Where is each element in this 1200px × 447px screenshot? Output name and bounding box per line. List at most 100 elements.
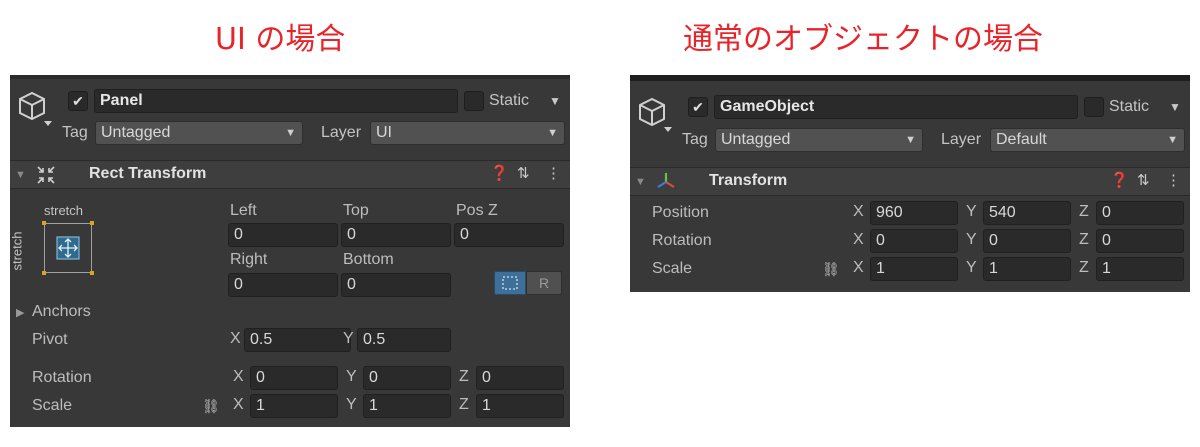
pivot-y-axis-label: Y (343, 330, 354, 347)
scale-y-input[interactable]: 1 (983, 257, 1071, 281)
posz-input[interactable]: 0 (454, 223, 564, 247)
preset-sliders-icon[interactable]: ⇅ (1137, 171, 1150, 191)
rotation-z-input[interactable]: 0 (476, 366, 564, 390)
position-x-input[interactable]: 960 (870, 201, 958, 225)
rotation-x-input[interactable]: 0 (870, 229, 958, 253)
top-input[interactable]: 0 (341, 223, 451, 247)
foldout-triangle-icon[interactable]: ▶ (16, 303, 24, 323)
dropdown-caret-icon: ▼ (547, 127, 558, 139)
gameobject-inspector-panel: ✔ GameObject Static ▼ Tag Untagged ▼ Lay… (630, 75, 1190, 292)
scale-x-input[interactable]: 1 (250, 394, 338, 418)
kebab-menu-icon[interactable]: ⋮ (1166, 171, 1181, 191)
help-icon[interactable]: ❓ (490, 164, 509, 184)
object-name-input[interactable]: GameObject (714, 95, 1078, 119)
active-checkbox[interactable]: ✔ (68, 91, 88, 111)
rotation-x-axis-label: X (233, 368, 244, 385)
scale-label: Scale (652, 260, 693, 277)
layer-dropdown[interactable]: UI ▼ (370, 121, 565, 145)
bottom-input[interactable]: 0 (341, 273, 451, 297)
static-label: Static (489, 92, 530, 109)
rotation-y-axis-label: Y (346, 368, 357, 385)
rect-transform-header[interactable]: ▼ Rect Transform ❓ ⇅ ⋮ (10, 160, 570, 189)
help-icon[interactable]: ❓ (1110, 171, 1129, 191)
rotation-y-input[interactable]: 0 (363, 366, 451, 390)
layer-dropdown[interactable]: Default ▼ (990, 128, 1185, 152)
anchor-horizontal-label: stretch (44, 203, 84, 218)
object-name-input[interactable]: Panel (94, 89, 458, 113)
pivot-x-input[interactable]: 0.5 (244, 328, 351, 352)
scale-label: Scale (32, 397, 73, 414)
link-icon[interactable]: ⛓ (822, 259, 840, 279)
layer-label: Layer (321, 124, 362, 141)
anchor-vertical-label: stretch (9, 231, 25, 271)
rotation-label: Rotation (652, 232, 712, 249)
blueprint-mode-icon (502, 276, 518, 290)
cube-icon (19, 91, 52, 126)
rect-transform-icon (37, 166, 55, 184)
kebab-menu-icon[interactable]: ⋮ (546, 164, 561, 184)
rotation-z-input[interactable]: 0 (1096, 229, 1184, 253)
position-z-input[interactable]: 0 (1096, 201, 1184, 225)
static-checkbox[interactable] (1084, 97, 1104, 117)
static-dropdown-caret-icon[interactable]: ▼ (1169, 97, 1181, 117)
top-label: Top (343, 202, 369, 219)
scale-x-axis-label: X (233, 396, 244, 413)
blueprint-mode-button[interactable] (494, 271, 526, 295)
pivot-x-axis-label: X (230, 330, 241, 347)
layer-value: Default (996, 131, 1047, 148)
ui-inspector-panel: ✔ Panel Static ▼ Tag Untagged ▼ Layer UI… (10, 75, 570, 427)
rotation-x-input[interactable]: 0 (250, 366, 338, 390)
rect-transform-title: Rect Transform (89, 165, 207, 182)
position-z-axis-label: Z (1079, 203, 1089, 220)
scale-y-input[interactable]: 1 (363, 394, 451, 418)
static-checkbox[interactable] (464, 91, 484, 111)
scale-z-input[interactable]: 1 (476, 394, 564, 418)
transform-title: Transform (709, 172, 788, 189)
tag-dropdown[interactable]: Untagged ▼ (715, 128, 923, 152)
rotation-y-axis-label: Y (966, 231, 977, 248)
pivot-label: Pivot (32, 331, 68, 348)
rotation-x-axis-label: X (853, 231, 864, 248)
posz-label: Pos Z (456, 202, 498, 219)
scale-z-input[interactable]: 1 (1096, 257, 1184, 281)
position-y-axis-label: Y (966, 203, 977, 220)
anchor-preset-button[interactable] (42, 221, 94, 275)
dropdown-caret-icon: ▼ (1167, 134, 1178, 146)
position-label: Position (652, 204, 709, 221)
anchors-foldout[interactable]: Anchors (32, 302, 91, 322)
bottom-label: Bottom (343, 251, 394, 268)
foldout-triangle-icon[interactable]: ▼ (635, 172, 646, 192)
rotation-y-input[interactable]: 0 (983, 229, 1071, 253)
ui-case-title: UI の場合 (215, 22, 346, 57)
link-icon[interactable]: ⛓ (202, 396, 220, 416)
rotation-label: Rotation (32, 369, 92, 386)
scale-x-input[interactable]: 1 (870, 257, 958, 281)
preset-sliders-icon[interactable]: ⇅ (517, 164, 530, 184)
tag-value: Untagged (101, 124, 171, 141)
tag-value: Untagged (721, 131, 791, 148)
position-x-axis-label: X (853, 203, 864, 220)
foldout-triangle-icon[interactable]: ▼ (15, 165, 26, 185)
static-label: Static (1109, 98, 1150, 115)
rotation-z-axis-label: Z (459, 368, 469, 385)
tag-label: Tag (682, 131, 708, 148)
position-y-input[interactable]: 540 (983, 201, 1071, 225)
static-dropdown-caret-icon[interactable]: ▼ (549, 91, 561, 111)
transform-header[interactable]: ▼ Transform ❓ ⇅ ⋮ (630, 167, 1190, 196)
rotation-z-axis-label: Z (1079, 231, 1089, 248)
active-checkbox[interactable]: ✔ (688, 97, 708, 117)
scale-z-axis-label: Z (1079, 259, 1089, 276)
dropdown-caret-icon: ▼ (905, 134, 916, 146)
tag-dropdown[interactable]: Untagged ▼ (95, 121, 303, 145)
cube-icon (639, 97, 672, 132)
right-label: Right (230, 251, 268, 268)
pivot-y-input[interactable]: 0.5 (357, 328, 451, 352)
scale-x-axis-label: X (853, 259, 864, 276)
layer-label: Layer (941, 131, 982, 148)
raw-edit-button[interactable]: R (526, 271, 562, 295)
normal-object-case-title: 通常のオブジェクトの場合 (683, 22, 1043, 57)
left-input[interactable]: 0 (228, 223, 338, 247)
right-input[interactable]: 0 (228, 273, 338, 297)
scale-y-axis-label: Y (346, 396, 357, 413)
checkmark-icon: ✔ (692, 99, 704, 115)
